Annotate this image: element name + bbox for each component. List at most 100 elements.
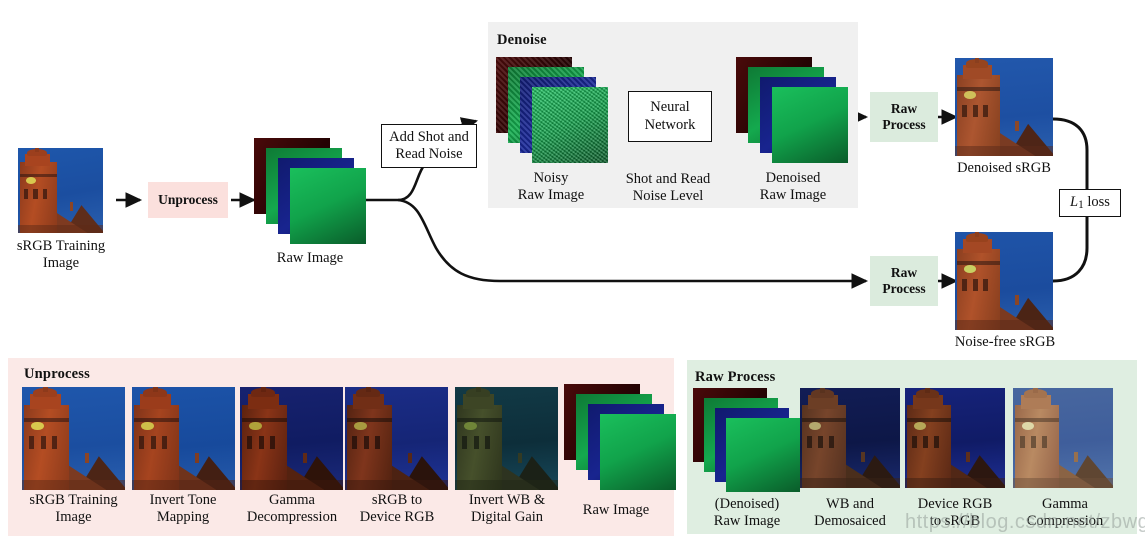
photo-cornice xyxy=(347,417,393,422)
photo-spire xyxy=(1033,388,1038,393)
photo-clock xyxy=(809,422,821,430)
caption-line-2: Raw Image xyxy=(759,187,827,204)
photo-window xyxy=(972,279,978,291)
photo-spire xyxy=(820,388,825,393)
add-noise-box[interactable]: Add Shot and Read Noise xyxy=(381,124,477,168)
photo-clock xyxy=(914,422,926,430)
photo-denoised-srgb xyxy=(955,58,1053,156)
caption-line-2: Demosaiced xyxy=(814,513,886,530)
caption-noise-level: Shot and Read Noise Level xyxy=(592,171,744,205)
photo-spire xyxy=(974,232,980,237)
photo-cornice xyxy=(956,261,1001,266)
raw-process-step-photo-wb-demosaiced xyxy=(800,388,900,488)
photo-noise-free-srgb xyxy=(955,232,1053,330)
photo-window xyxy=(23,188,29,199)
photo-base xyxy=(22,479,125,490)
photo-clock xyxy=(354,422,367,431)
photo-window xyxy=(42,188,47,199)
caption-line-1: (Denoised) xyxy=(714,496,780,512)
photo-cornice xyxy=(907,418,951,422)
photo-spire xyxy=(35,148,40,153)
raw-process-step-stack-denoised-raw-image xyxy=(693,388,801,494)
photo-clock xyxy=(963,265,976,274)
photo-gable xyxy=(302,452,307,464)
photo-cornice xyxy=(956,87,1001,92)
stack-layer-green-front xyxy=(600,414,676,490)
photo-clock xyxy=(1022,422,1034,430)
unprocess-step-caption-4: sRGB to Device RGB xyxy=(336,492,458,526)
photo-window xyxy=(934,436,939,448)
photo-spire xyxy=(260,387,266,393)
photo-base xyxy=(905,478,1005,488)
photo-base xyxy=(800,478,900,488)
photo-gable xyxy=(194,452,199,464)
photo-window xyxy=(1020,436,1025,448)
caption-line-1: Raw Image xyxy=(276,250,344,266)
photo-window xyxy=(374,436,380,449)
photo-cornice xyxy=(802,418,846,422)
caption-line-1: Denoised xyxy=(765,170,821,186)
figure-root: sRGB Training Image Unprocess Raw Image … xyxy=(0,0,1145,544)
neural-network-box[interactable]: Neural Network xyxy=(628,91,712,142)
caption-line-2: Mapping xyxy=(156,509,210,526)
raw-process-box-top[interactable]: Raw Process xyxy=(870,92,938,142)
photo-window xyxy=(983,279,989,291)
caption-line-1: sRGB Training xyxy=(16,238,106,254)
raw-process-step-caption-2: WB and Demosaiced xyxy=(792,496,908,530)
photo-spire xyxy=(152,387,158,393)
raw-process-line-2: Process xyxy=(882,281,926,296)
photo-clock xyxy=(141,422,154,431)
unprocess-step-photo-srgb-training xyxy=(22,387,125,490)
raw-process-step-photo-gamma-compression xyxy=(1013,388,1113,488)
photo-base xyxy=(1013,478,1113,488)
photo-gable xyxy=(966,452,970,462)
photo-clock xyxy=(249,422,262,431)
l1-loss-symbol: L xyxy=(1070,193,1079,210)
photo-base xyxy=(345,479,448,490)
caption-noise-free-srgb: Noise-free sRGB xyxy=(938,334,1072,351)
photo-cornice xyxy=(1015,418,1059,422)
photo-window xyxy=(462,436,468,449)
caption-denoised-raw-image: Denoised Raw Image xyxy=(734,170,852,204)
photo-base xyxy=(132,479,235,490)
unprocess-step-caption-2: Invert Tone Mapping xyxy=(123,492,243,526)
photo-window xyxy=(139,436,145,449)
caption-line-1: Raw Image xyxy=(582,502,650,518)
photo-base xyxy=(240,479,343,490)
caption-line-2: Noise Level xyxy=(632,188,704,205)
photo-window xyxy=(829,436,834,448)
photo-gable xyxy=(69,202,74,211)
stack-layer-green-front xyxy=(726,418,800,492)
watermark-text: https://blog.csdn.net/zbwgycm xyxy=(905,511,1145,533)
unprocess-box-label: Unprocess xyxy=(158,192,218,208)
caption-raw-image-main: Raw Image xyxy=(250,250,370,267)
photo-cornice xyxy=(134,417,180,422)
unprocess-step-caption-5: Invert WB & Digital Gain xyxy=(446,492,568,526)
photo-gable xyxy=(517,452,522,464)
caption-line-1: WB and xyxy=(826,496,874,512)
stack-raw-image-main xyxy=(254,138,366,246)
photo-gable xyxy=(861,452,865,462)
photo-window xyxy=(1042,436,1047,448)
unprocess-panel-title: Unprocess xyxy=(24,366,90,382)
caption-srgb-training-input: sRGB Training Image xyxy=(0,238,122,272)
caption-line-2: Image xyxy=(55,509,92,526)
photo-window xyxy=(972,105,978,117)
photo-spire xyxy=(925,388,930,393)
photo-gable xyxy=(1074,452,1078,462)
photo-window xyxy=(983,105,989,117)
photo-base xyxy=(955,320,1053,330)
raw-process-box-bottom[interactable]: Raw Process xyxy=(870,256,938,306)
unprocess-box[interactable]: Unprocess xyxy=(148,182,228,218)
denoise-panel-title: Denoise xyxy=(497,32,547,48)
photo-cornice xyxy=(24,417,70,422)
raw-process-panel-title: Raw Process xyxy=(695,369,776,385)
caption-line-1: sRGB Training xyxy=(29,492,118,508)
neural-network-line-1: Neural xyxy=(650,99,690,116)
photo-window xyxy=(818,436,823,448)
photo-window xyxy=(961,105,967,117)
raw-process-line-2: Process xyxy=(882,117,926,132)
photo-window xyxy=(473,436,479,449)
caption-line-1: Invert Tone xyxy=(149,492,217,508)
photo-base xyxy=(18,224,103,233)
